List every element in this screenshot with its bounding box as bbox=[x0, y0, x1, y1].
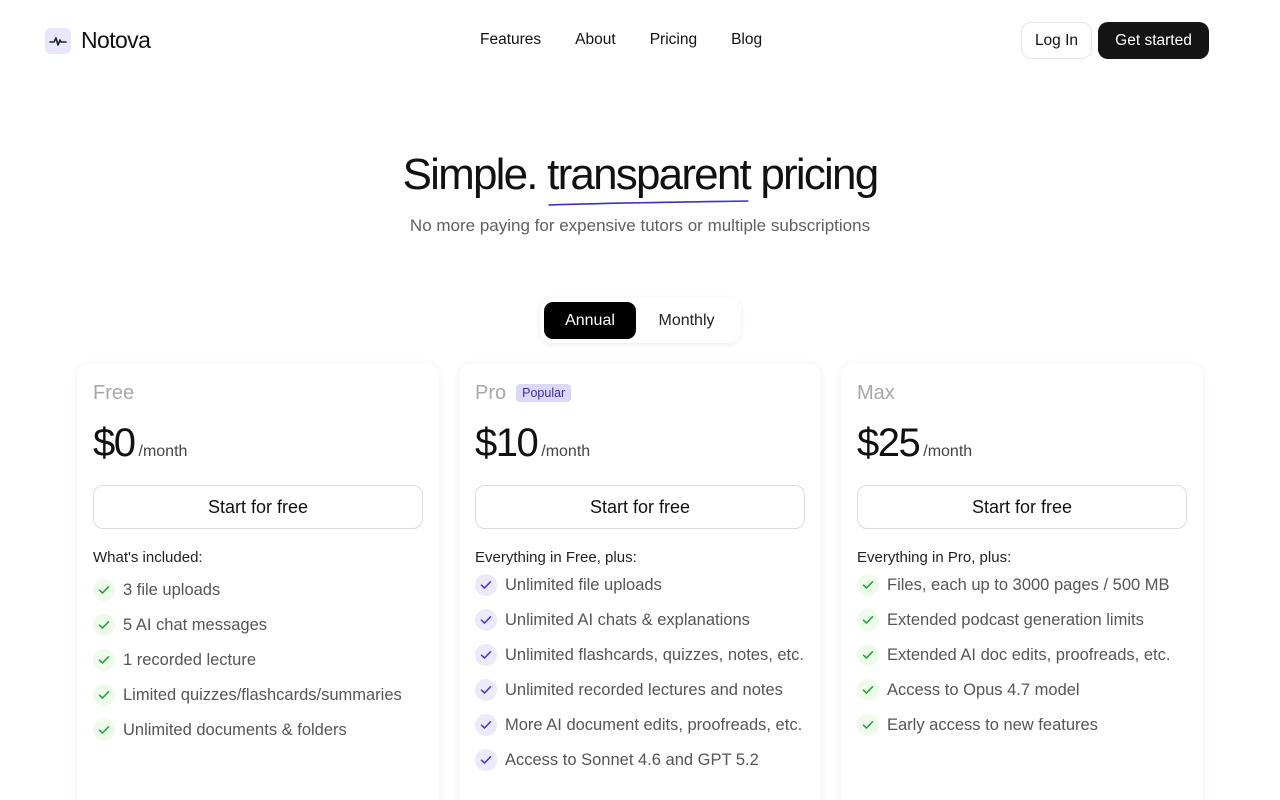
logo-icon bbox=[45, 27, 71, 54]
title-highlight: transparent bbox=[547, 150, 752, 206]
check-icon bbox=[857, 679, 879, 701]
feature-text: Unlimited file uploads bbox=[505, 576, 662, 594]
plan-card-pro: Pro Popular $10 /month Start for free Ev… bbox=[459, 363, 821, 800]
included-label: Everything in Pro, plus: bbox=[857, 549, 1012, 566]
page-subtitle: No more paying for expensive tutors or m… bbox=[409, 216, 871, 235]
start-for-free-button[interactable]: Start for free bbox=[93, 485, 423, 529]
billing-monthly-option[interactable]: Monthly bbox=[636, 302, 737, 339]
feature-text: Extended AI doc edits, proofreads, etc. bbox=[887, 646, 1171, 664]
feature-text: Unlimited flashcards, quizzes, notes, et… bbox=[505, 646, 804, 664]
brand-name: Notova bbox=[81, 27, 151, 53]
feature-item: Access to Opus 4.7 model bbox=[857, 679, 1187, 701]
feature-item: Extended AI doc edits, proofreads, etc. bbox=[857, 644, 1187, 666]
feature-text: Extended podcast generation limits bbox=[887, 611, 1144, 629]
included-label: What's included: bbox=[93, 549, 203, 566]
plan-price: $10 bbox=[475, 421, 539, 465]
plan-price: $0 bbox=[93, 421, 136, 465]
start-for-free-button[interactable]: Start for free bbox=[475, 485, 805, 529]
check-icon bbox=[857, 644, 879, 666]
nav-link-features[interactable]: Features bbox=[480, 31, 541, 49]
feature-text: Unlimited AI chats & explanations bbox=[505, 611, 750, 629]
brand-logo[interactable]: Notova bbox=[45, 27, 151, 54]
nav-link-blog[interactable]: Blog bbox=[731, 31, 762, 49]
check-icon bbox=[93, 684, 115, 706]
hand-drawn-underline-icon bbox=[548, 200, 749, 206]
check-icon bbox=[857, 714, 879, 736]
check-icon bbox=[857, 574, 879, 596]
check-icon bbox=[475, 609, 497, 631]
feature-text: 5 AI chat messages bbox=[123, 616, 267, 634]
plan-period: /month bbox=[138, 443, 188, 460]
feature-text: 3 file uploads bbox=[123, 581, 221, 599]
feature-list: Files, each up to 3000 pages / 500 MB Ext… bbox=[857, 574, 1187, 736]
title-prefix: Simple. bbox=[402, 150, 548, 199]
billing-toggle: Annual Monthly bbox=[540, 298, 741, 343]
plan-period: /month bbox=[541, 443, 591, 460]
feature-item: Unlimited recorded lectures and notes bbox=[475, 679, 805, 701]
title-highlight-text: transparent bbox=[547, 150, 752, 199]
feature-text: Files, each up to 3000 pages / 500 MB bbox=[887, 576, 1170, 594]
feature-text: 1 recorded lecture bbox=[123, 651, 256, 669]
check-icon bbox=[475, 644, 497, 666]
feature-list: Unlimited file uploads Unlimited AI chats… bbox=[475, 574, 805, 771]
plan-price: $25 bbox=[857, 421, 921, 465]
feature-item: More AI document edits, proofreads, etc. bbox=[475, 714, 805, 736]
plan-name: Free bbox=[93, 381, 135, 404]
feature-item: Unlimited AI chats & explanations bbox=[475, 609, 805, 631]
popular-badge: Popular bbox=[516, 384, 572, 402]
plan-card-free: Free $0 /month Start for free What's inc… bbox=[77, 363, 439, 800]
check-icon bbox=[475, 679, 497, 701]
included-label: Everything in Free, plus: bbox=[475, 549, 637, 566]
feature-item: Unlimited flashcards, quizzes, notes, et… bbox=[475, 644, 805, 666]
feature-text: Early access to new features bbox=[887, 716, 1098, 734]
check-icon bbox=[857, 609, 879, 631]
plan-name: Pro bbox=[475, 381, 507, 404]
feature-text: Access to Sonnet 4.6 and GPT 5.2 bbox=[505, 751, 759, 769]
feature-item: Files, each up to 3000 pages / 500 MB bbox=[857, 574, 1187, 596]
feature-list: 3 file uploads 5 AI chat messages 1 record… bbox=[93, 579, 423, 741]
billing-annual-option[interactable]: Annual bbox=[544, 302, 636, 339]
nav-link-about[interactable]: About bbox=[575, 31, 616, 49]
feature-text: Access to Opus 4.7 model bbox=[887, 681, 1080, 699]
get-started-button[interactable]: Get started bbox=[1098, 22, 1209, 59]
feature-text: More AI document edits, proofreads, etc. bbox=[505, 716, 803, 734]
login-button[interactable]: Log In bbox=[1021, 22, 1092, 59]
feature-item: Access to Sonnet 4.6 and GPT 5.2 bbox=[475, 749, 805, 771]
feature-item: Unlimited file uploads bbox=[475, 574, 805, 596]
feature-item: 3 file uploads bbox=[93, 579, 423, 601]
check-icon bbox=[475, 574, 497, 596]
feature-item: 5 AI chat messages bbox=[93, 614, 423, 636]
feature-text: Unlimited recorded lectures and notes bbox=[505, 681, 783, 699]
check-icon bbox=[475, 749, 497, 771]
feature-text: Limited quizzes/flashcards/summaries bbox=[123, 686, 402, 704]
feature-item: Limited quizzes/flashcards/summaries bbox=[93, 684, 423, 706]
start-for-free-button[interactable]: Start for free bbox=[857, 485, 1187, 529]
top-nav: Notova Features About Pricing Blog Log I… bbox=[0, 0, 1280, 80]
plan-name: Max bbox=[857, 381, 895, 404]
check-icon bbox=[93, 614, 115, 636]
feature-text: Unlimited documents & folders bbox=[123, 721, 347, 739]
feature-item: Unlimited documents & folders bbox=[93, 719, 423, 741]
check-icon bbox=[93, 579, 115, 601]
title-suffix: pricing bbox=[749, 150, 879, 199]
page-title: Simple. transparent pricing bbox=[0, 150, 1280, 206]
check-icon bbox=[475, 714, 497, 736]
feature-item: Extended podcast generation limits bbox=[857, 609, 1187, 631]
nav-links: Features About Pricing Blog bbox=[480, 31, 762, 49]
plan-period: /month bbox=[923, 443, 973, 460]
plan-card-max: Max $25 /month Start for free Everything… bbox=[841, 363, 1203, 800]
check-icon bbox=[93, 719, 115, 741]
feature-item: 1 recorded lecture bbox=[93, 649, 423, 671]
nav-link-pricing[interactable]: Pricing bbox=[650, 31, 697, 49]
check-icon bbox=[93, 649, 115, 671]
feature-item: Early access to new features bbox=[857, 714, 1187, 736]
